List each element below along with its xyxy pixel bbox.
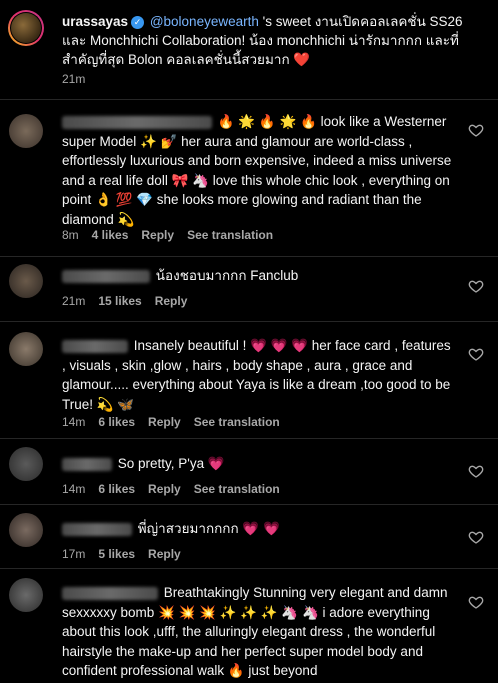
- comment-meta: 17m 5 likes Reply: [62, 547, 194, 561]
- commenter-avatar[interactable]: [9, 578, 43, 612]
- divider: [0, 256, 498, 257]
- comment-meta: 21m 15 likes Reply: [62, 294, 200, 308]
- caption-text: urassayas ✓ @boloneyewearth 's sweet งานเ…: [62, 12, 482, 69]
- commenter-username-blurred[interactable]: [62, 115, 212, 129]
- commenter-avatar[interactable]: [9, 114, 43, 148]
- author-avatar-image: [11, 13, 41, 43]
- reply-button[interactable]: Reply: [148, 547, 181, 561]
- comment-text: So pretty, P'ya 💗: [62, 454, 452, 474]
- post-caption: urassayas ✓ @boloneyewearth 's sweet งานเ…: [0, 0, 498, 100]
- comment-time: 14m: [62, 482, 86, 496]
- see-translation-button[interactable]: See translation: [187, 228, 273, 242]
- comment-body: 🔥 🌟 🔥 🌟 🔥 look like a Westerner super Mo…: [62, 114, 452, 227]
- commenter-avatar[interactable]: [9, 447, 43, 481]
- divider: [0, 504, 498, 505]
- comment-body: น้องชอบมากกก Fanclub: [155, 268, 299, 283]
- commenter-username-blurred[interactable]: [62, 457, 112, 471]
- comment-time: 14m: [62, 415, 86, 429]
- divider: [0, 99, 498, 100]
- comment-body: พี่ญ่าสวยมากกกก 💗 💗: [137, 521, 280, 536]
- heart-outline-icon[interactable]: [468, 346, 484, 362]
- comment-text: Insanely beautiful ! 💗 💗 💗 her face card…: [62, 336, 452, 414]
- comment-time: 21m: [62, 294, 86, 308]
- heart-outline-icon[interactable]: [468, 594, 484, 610]
- commenter-avatar[interactable]: [9, 332, 43, 366]
- comment-text: น้องชอบมากกก Fanclub: [62, 266, 452, 286]
- caption-mention[interactable]: @boloneyewearth: [150, 14, 259, 29]
- divider: [0, 438, 498, 439]
- reply-button[interactable]: Reply: [148, 415, 181, 429]
- comment-text: Breathtakingly Stunning very elegant and…: [62, 583, 452, 681]
- heart-outline-icon[interactable]: [468, 122, 484, 138]
- comment-likes[interactable]: 15 likes: [98, 294, 141, 308]
- heart-outline-icon[interactable]: [468, 529, 484, 545]
- comment-likes[interactable]: 5 likes: [98, 547, 135, 561]
- comment-likes[interactable]: 6 likes: [98, 415, 135, 429]
- verified-badge-icon: ✓: [131, 15, 145, 29]
- heart-outline-icon[interactable]: [468, 463, 484, 479]
- divider: [0, 568, 498, 569]
- divider: [0, 321, 498, 322]
- comment-time: 17m: [62, 547, 86, 561]
- author-username[interactable]: urassayas: [62, 14, 128, 29]
- comment-likes[interactable]: 6 likes: [98, 482, 135, 496]
- caption-emoji: ❤️: [293, 52, 311, 67]
- commenter-username-blurred[interactable]: [62, 269, 150, 283]
- comment-time: 8m: [62, 228, 79, 242]
- commenter-avatar[interactable]: [9, 513, 43, 547]
- comment-meta: 14m 6 likes Reply See translation: [62, 482, 293, 496]
- comment-meta: 8m 4 likes Reply See translation: [62, 228, 286, 242]
- reply-button[interactable]: Reply: [155, 294, 188, 308]
- comment-text: พี่ญ่าสวยมากกกก 💗 💗: [62, 519, 452, 539]
- commenter-username-blurred[interactable]: [62, 522, 132, 536]
- heart-outline-icon[interactable]: [468, 278, 484, 294]
- caption-timestamp: 21m: [62, 72, 86, 86]
- author-avatar[interactable]: [8, 10, 44, 46]
- commenter-avatar[interactable]: [9, 264, 43, 298]
- commenter-username-blurred[interactable]: [62, 586, 158, 600]
- reply-button[interactable]: Reply: [141, 228, 174, 242]
- commenter-username-blurred[interactable]: [62, 339, 128, 353]
- reply-button[interactable]: Reply: [148, 482, 181, 496]
- comment-meta: 14m 6 likes Reply See translation: [62, 415, 293, 429]
- see-translation-button[interactable]: See translation: [194, 415, 280, 429]
- see-translation-button[interactable]: See translation: [194, 482, 280, 496]
- comment-body: So pretty, P'ya 💗: [117, 456, 225, 471]
- comment-text: 🔥 🌟 🔥 🌟 🔥 look like a Westerner super Mo…: [62, 112, 452, 229]
- comment-likes[interactable]: 4 likes: [92, 228, 129, 242]
